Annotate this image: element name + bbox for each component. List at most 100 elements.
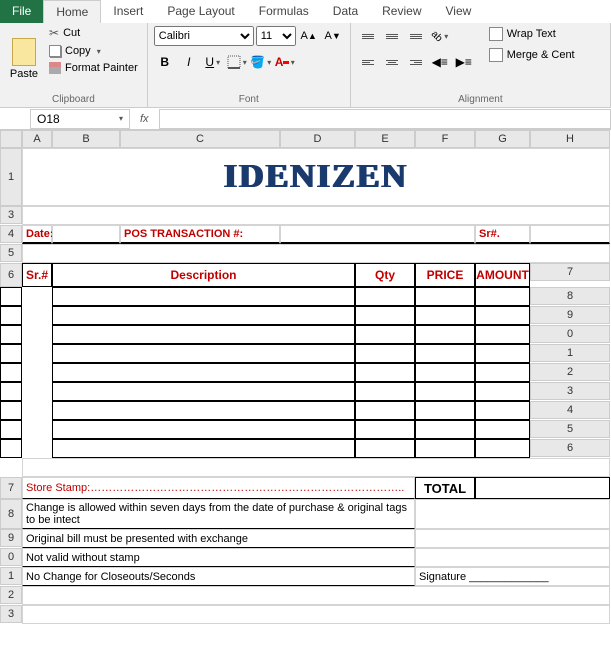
cell[interactable]	[415, 548, 610, 567]
paste-button[interactable]: Paste	[6, 25, 42, 92]
col-header[interactable]: D	[280, 130, 355, 148]
tab-review[interactable]: Review	[370, 0, 433, 23]
tab-file[interactable]: File	[0, 0, 43, 23]
cell[interactable]	[355, 287, 415, 306]
cell[interactable]	[0, 420, 22, 439]
cell[interactable]	[415, 401, 475, 420]
worksheet-grid[interactable]: A B C D E F G H 1 IDENIZEN 3 4 Date: POS…	[0, 130, 611, 624]
tab-data[interactable]: Data	[321, 0, 370, 23]
cell[interactable]	[52, 325, 355, 344]
font-color-button[interactable]: A▾	[274, 51, 296, 73]
cell[interactable]	[52, 287, 355, 306]
merge-center-button[interactable]: Merge & Cent	[485, 46, 579, 64]
cell[interactable]	[0, 363, 22, 382]
row-header[interactable]: 3	[0, 605, 22, 623]
col-header[interactable]: C	[120, 130, 280, 148]
cell[interactable]	[415, 363, 475, 382]
row-header[interactable]: 1	[0, 148, 22, 206]
row-header[interactable]: 6	[0, 263, 22, 287]
cell[interactable]	[355, 420, 415, 439]
col-header[interactable]: F	[415, 130, 475, 148]
row-header[interactable]: 8	[0, 499, 22, 529]
cell[interactable]	[415, 382, 475, 401]
tab-insert[interactable]: Insert	[101, 0, 155, 23]
cell[interactable]	[0, 439, 22, 458]
cell[interactable]	[415, 287, 475, 306]
shrink-font-button[interactable]: A▼	[322, 25, 344, 47]
cell[interactable]	[0, 401, 22, 420]
cell[interactable]	[22, 458, 610, 477]
cell[interactable]	[0, 287, 22, 306]
font-name-select[interactable]: Calibri	[154, 26, 254, 46]
wrap-text-button[interactable]: Wrap Text	[485, 25, 579, 43]
cell[interactable]	[52, 344, 355, 363]
cell[interactable]	[475, 439, 530, 458]
cell[interactable]	[0, 344, 22, 363]
align-right-button[interactable]	[405, 51, 427, 73]
align-middle-button[interactable]	[381, 25, 403, 47]
cell[interactable]	[415, 344, 475, 363]
date-value[interactable]	[52, 225, 120, 244]
borders-button[interactable]: ▾	[226, 51, 248, 73]
decrease-indent-button[interactable]: ◀≡	[429, 51, 451, 73]
tab-formulas[interactable]: Formulas	[247, 0, 321, 23]
row-header[interactable]: 7	[0, 477, 22, 499]
cell[interactable]	[0, 325, 22, 344]
row-header[interactable]: 4	[0, 225, 22, 243]
col-header[interactable]: B	[52, 130, 120, 148]
col-header[interactable]: H	[530, 130, 610, 148]
sr-value[interactable]	[530, 225, 610, 244]
cell[interactable]	[52, 401, 355, 420]
font-size-select[interactable]: 11	[256, 26, 296, 46]
tab-page-layout[interactable]: Page Layout	[155, 0, 246, 23]
format-painter-button[interactable]: Format Painter	[46, 61, 141, 75]
underline-button[interactable]: U▾	[202, 51, 224, 73]
row-header[interactable]: 0	[530, 325, 610, 343]
cell[interactable]	[52, 420, 355, 439]
cell[interactable]	[475, 287, 530, 306]
cell[interactable]	[475, 382, 530, 401]
cell[interactable]	[355, 344, 415, 363]
align-bottom-button[interactable]	[405, 25, 427, 47]
pos-value[interactable]	[280, 225, 475, 244]
row-header[interactable]: 3	[0, 206, 22, 224]
row-header[interactable]: 6	[530, 439, 610, 457]
cell[interactable]	[355, 306, 415, 325]
row-header[interactable]: 7	[530, 263, 610, 281]
row-header[interactable]: 4	[530, 401, 610, 419]
row-header[interactable]: 1	[530, 344, 610, 362]
tab-view[interactable]: View	[434, 0, 484, 23]
cell[interactable]	[475, 363, 530, 382]
cell[interactable]	[355, 325, 415, 344]
row-header[interactable]: 5	[530, 420, 610, 438]
tab-home[interactable]: Home	[43, 0, 101, 23]
grow-font-button[interactable]: A▲	[298, 25, 320, 47]
col-header[interactable]: E	[355, 130, 415, 148]
cell[interactable]	[475, 306, 530, 325]
cell[interactable]	[52, 306, 355, 325]
cell[interactable]	[355, 382, 415, 401]
row-header[interactable]: 9	[530, 306, 610, 324]
formula-input[interactable]	[159, 109, 611, 129]
col-header[interactable]: A	[22, 130, 52, 148]
align-left-button[interactable]	[357, 51, 379, 73]
cell[interactable]	[22, 586, 610, 605]
cell[interactable]	[0, 306, 22, 325]
cell[interactable]	[355, 439, 415, 458]
cell[interactable]	[0, 382, 22, 401]
cell[interactable]	[22, 605, 610, 624]
row-header[interactable]: 0	[0, 548, 22, 566]
row-header[interactable]: 3	[530, 382, 610, 400]
cell[interactable]	[475, 344, 530, 363]
align-center-button[interactable]	[381, 51, 403, 73]
cell[interactable]	[52, 382, 355, 401]
cut-button[interactable]: ✂Cut	[46, 25, 141, 41]
cell[interactable]	[475, 325, 530, 344]
cell[interactable]	[415, 420, 475, 439]
total-value[interactable]	[475, 477, 610, 499]
fx-icon[interactable]: fx	[140, 113, 149, 125]
cell[interactable]	[475, 401, 530, 420]
cell[interactable]	[52, 363, 355, 382]
cell[interactable]	[415, 439, 475, 458]
cell[interactable]	[52, 439, 355, 458]
